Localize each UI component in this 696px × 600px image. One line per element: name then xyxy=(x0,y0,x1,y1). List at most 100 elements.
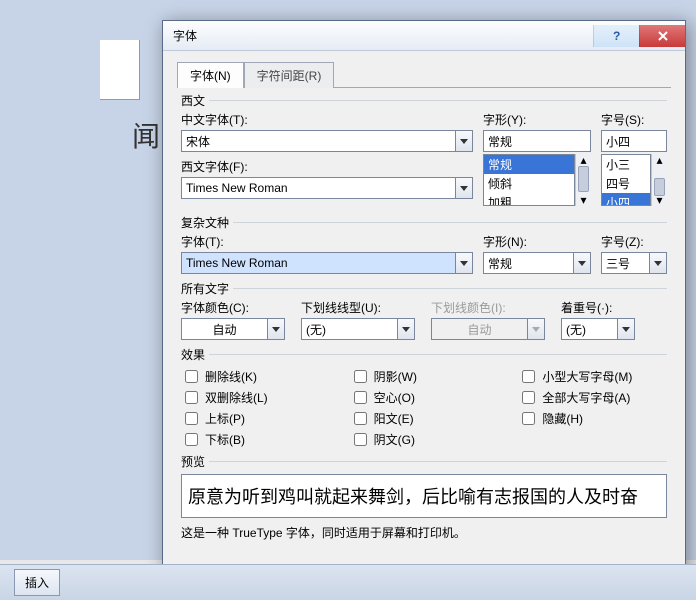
chevron-down-icon[interactable] xyxy=(455,252,473,274)
effect-checkbox[interactable]: 阴文(G) xyxy=(350,430,499,449)
checkbox[interactable] xyxy=(185,433,198,446)
tab-font[interactable]: 字体(N) xyxy=(177,62,244,88)
size-option[interactable]: 小三 xyxy=(602,155,650,174)
size-listbox[interactable]: 小三四号小四 xyxy=(601,154,651,206)
effect-label: 阴文(G) xyxy=(374,431,415,448)
effect-label: 阴影(W) xyxy=(374,368,417,385)
font-dialog: 字体 ? 字体(N) 字符间距(R) 西文 中文字体(T): 西文字体(F): xyxy=(162,20,686,580)
tab-spacing[interactable]: 字符间距(R) xyxy=(244,62,335,88)
west-font-combo[interactable] xyxy=(181,177,473,199)
effect-label: 小型大写字母(M) xyxy=(542,368,632,385)
complex-style-combo[interactable] xyxy=(483,252,591,274)
label-emphasis: 着重号(·): xyxy=(561,299,641,316)
style-listbox[interactable]: 常规倾斜加粗 xyxy=(483,154,575,206)
titlebar[interactable]: 字体 ? xyxy=(163,21,685,51)
cn-font-input[interactable] xyxy=(181,130,455,152)
label-underline-color: 下划线颜色(I): xyxy=(431,299,551,316)
checkbox[interactable] xyxy=(185,412,198,425)
emphasis-combo[interactable] xyxy=(561,318,641,340)
close-icon xyxy=(657,30,669,42)
effect-checkbox[interactable]: 全部大写字母(A) xyxy=(518,388,667,407)
underline-input[interactable] xyxy=(301,318,397,340)
chevron-down-icon[interactable] xyxy=(573,252,591,274)
style-option[interactable]: 倾斜 xyxy=(484,174,574,193)
label-complex-font: 字体(T): xyxy=(181,233,473,250)
group-all: 所有文字 xyxy=(181,280,233,297)
effect-checkbox[interactable]: 空心(O) xyxy=(350,388,499,407)
checkbox[interactable] xyxy=(185,391,198,404)
checkbox[interactable] xyxy=(354,391,367,404)
complex-font-input[interactable] xyxy=(181,252,455,274)
effect-label: 隐藏(H) xyxy=(542,410,583,427)
chevron-down-icon[interactable] xyxy=(455,130,473,152)
effect-checkbox[interactable]: 阳文(E) xyxy=(350,409,499,428)
scrollbar[interactable]: ▴ ▾ xyxy=(575,154,591,206)
size-option[interactable]: 四号 xyxy=(602,174,650,193)
cn-font-combo[interactable] xyxy=(181,130,473,152)
scroll-down-icon[interactable]: ▾ xyxy=(576,194,591,206)
label-complex-style: 字形(N): xyxy=(483,233,591,250)
complex-size-combo[interactable] xyxy=(601,252,667,274)
checkbox[interactable] xyxy=(354,433,367,446)
close-button[interactable] xyxy=(639,25,685,47)
effect-checkbox[interactable]: 隐藏(H) xyxy=(518,409,667,428)
font-color-input[interactable] xyxy=(181,318,267,340)
label-size: 字号(S): xyxy=(601,111,667,128)
effect-label: 上标(P) xyxy=(205,410,245,427)
checkbox[interactable] xyxy=(522,412,535,425)
effect-label: 双删除线(L) xyxy=(205,389,268,406)
checkbox[interactable] xyxy=(522,391,535,404)
west-font-input[interactable] xyxy=(181,177,455,199)
insert-button[interactable]: 插入 xyxy=(14,569,60,596)
dialog-title: 字体 xyxy=(173,27,593,44)
effect-label: 删除线(K) xyxy=(205,368,257,385)
effect-label: 空心(O) xyxy=(374,389,415,406)
chevron-down-icon[interactable] xyxy=(617,318,635,340)
effect-label: 阳文(E) xyxy=(374,410,414,427)
group-effects: 效果 xyxy=(181,346,209,363)
underline-color-combo xyxy=(431,318,551,340)
checkbox[interactable] xyxy=(354,412,367,425)
label-west-font: 西文字体(F): xyxy=(181,158,473,175)
checkbox[interactable] xyxy=(354,370,367,383)
effect-checkbox[interactable]: 双删除线(L) xyxy=(181,388,330,407)
chevron-down-icon[interactable] xyxy=(397,318,415,340)
checkbox[interactable] xyxy=(185,370,198,383)
style-option[interactable]: 加粗 xyxy=(484,193,574,206)
group-western: 西文 xyxy=(181,92,209,109)
scroll-up-icon[interactable]: ▴ xyxy=(576,154,591,166)
group-preview: 预览 xyxy=(181,453,209,470)
scroll-up-icon[interactable]: ▴ xyxy=(652,154,667,166)
effect-checkbox[interactable]: 上标(P) xyxy=(181,409,330,428)
scrollbar[interactable]: ▴ ▾ xyxy=(651,154,667,206)
checkbox[interactable] xyxy=(522,370,535,383)
font-color-combo[interactable] xyxy=(181,318,291,340)
label-complex-size: 字号(Z): xyxy=(601,233,667,250)
size-option[interactable]: 小四 xyxy=(602,193,650,206)
size-input[interactable] xyxy=(601,130,667,152)
chevron-down-icon xyxy=(527,318,545,340)
emphasis-input[interactable] xyxy=(561,318,617,340)
label-cn-font: 中文字体(T): xyxy=(181,111,473,128)
style-option[interactable]: 常规 xyxy=(484,155,574,174)
help-button[interactable]: ? xyxy=(593,25,639,47)
effect-checkbox[interactable]: 删除线(K) xyxy=(181,367,330,386)
effect-checkbox[interactable]: 阴影(W) xyxy=(350,367,499,386)
complex-style-input[interactable] xyxy=(483,252,573,274)
underline-color-input xyxy=(431,318,527,340)
effect-label: 全部大写字母(A) xyxy=(542,389,630,406)
statusbar: 插入 xyxy=(0,564,696,600)
chevron-down-icon[interactable] xyxy=(455,177,473,199)
preview-box: 原意为听到鸡叫就起来舞剑，后比喻有志报国的人及时奋 xyxy=(181,474,667,518)
svg-text:?: ? xyxy=(613,30,620,42)
label-font-color: 字体颜色(C): xyxy=(181,299,291,316)
effect-checkbox[interactable]: 小型大写字母(M) xyxy=(518,367,667,386)
chevron-down-icon[interactable] xyxy=(649,252,667,274)
underline-combo[interactable] xyxy=(301,318,421,340)
style-input[interactable] xyxy=(483,130,591,152)
complex-font-combo[interactable] xyxy=(181,252,473,274)
complex-size-input[interactable] xyxy=(601,252,649,274)
effect-checkbox[interactable]: 下标(B) xyxy=(181,430,330,449)
preview-hint: 这是一种 TrueType 字体，同时适用于屏幕和打印机。 xyxy=(181,524,667,541)
chevron-down-icon[interactable] xyxy=(267,318,285,340)
